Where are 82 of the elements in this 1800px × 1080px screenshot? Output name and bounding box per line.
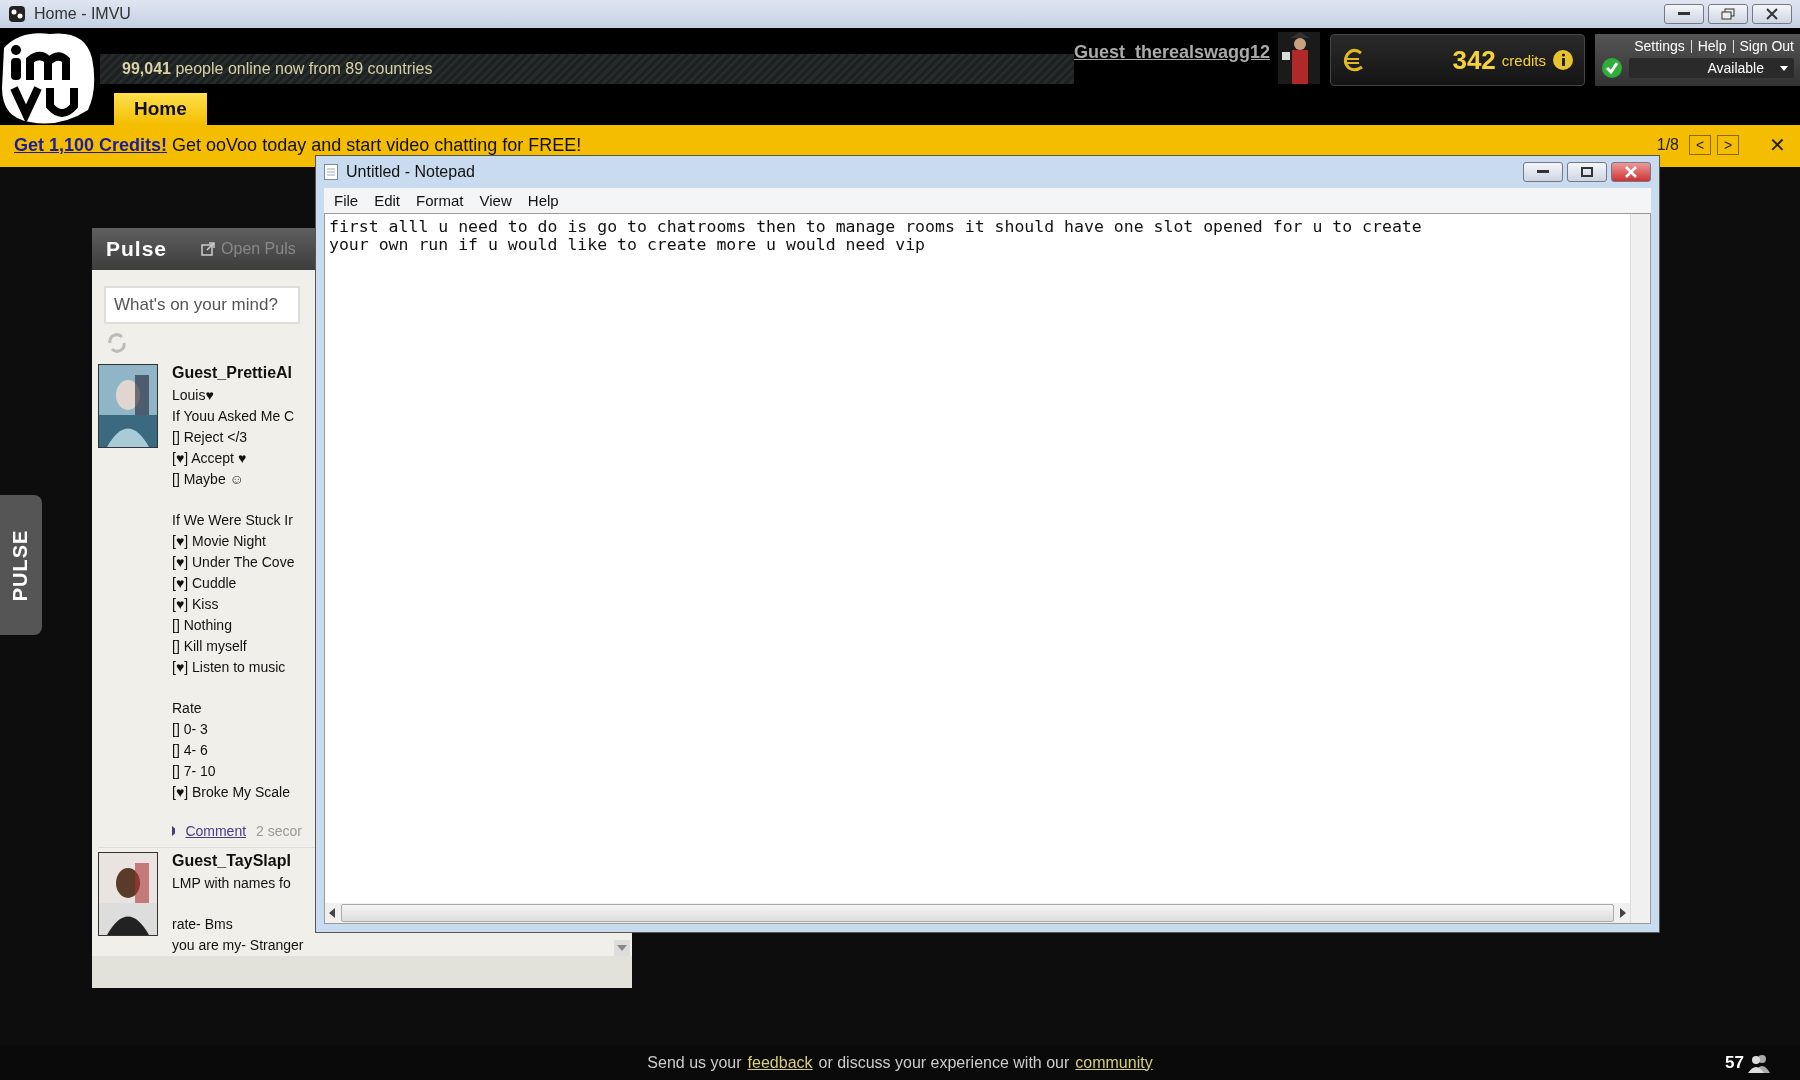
promo-text: Get ooVoo today and start video chatting for FREE! [172, 135, 582, 156]
restore-button[interactable] [1708, 4, 1748, 24]
post-line: [♥] Kiss [172, 595, 220, 614]
triangle-icon [172, 826, 176, 836]
close-icon [1766, 8, 1778, 20]
scroll-left-icon[interactable] [329, 908, 335, 918]
post-time: 2 secor [256, 823, 302, 839]
restore-icon [1721, 8, 1735, 20]
post-line: [♥] Accept ♥ [172, 449, 248, 468]
info-icon[interactable] [1552, 49, 1574, 71]
nav-tab[interactable]: Home [114, 93, 207, 125]
username-link[interactable]: Guest_therealswagg12 [1073, 42, 1270, 63]
post-line: [♥] Movie Night [172, 532, 267, 551]
menu-item[interactable]: Edit [366, 192, 409, 209]
post-line: If We Were Stuck Ir [172, 511, 294, 530]
notepad-icon [324, 164, 338, 180]
online-stats: 99,041 people online now from 89 countries [122, 60, 433, 78]
promo-link[interactable]: Get 1,100 Credits! [14, 135, 168, 156]
post-author[interactable]: Guest_TaySlapI [172, 852, 302, 870]
post-line: Louis♥ [172, 386, 215, 405]
check-icon [1601, 57, 1623, 79]
post-line: [♥] Cuddle [172, 574, 238, 593]
post-line: [] 7- 10 [172, 762, 217, 781]
status-dropdown[interactable]: Available [1629, 58, 1794, 78]
minimize-icon [1537, 170, 1549, 174]
close-button[interactable] [1611, 162, 1651, 182]
user-count: 57 [1725, 1052, 1770, 1073]
post-line: [♥] Listen to music [172, 658, 287, 677]
pulse-side-tab[interactable]: PULSE [0, 495, 42, 635]
menu-item[interactable]: Help [519, 192, 567, 209]
previous-button[interactable]: < [1689, 135, 1711, 155]
window-title: Untitled - Notepad [346, 163, 476, 181]
post-line: [] Reject </3 [172, 428, 249, 447]
footer-text: Send us your [647, 1053, 742, 1072]
post-line: [] Kill myself [172, 637, 248, 656]
comment-link[interactable]: Comment [185, 823, 247, 839]
menu-item[interactable]: Format [408, 192, 472, 209]
external-link-icon [201, 242, 216, 256]
scrollbar-corner [1630, 903, 1650, 923]
post-line: Rate [172, 699, 203, 718]
post-line: [♥] Under The Cove [172, 553, 296, 572]
minimize-button[interactable] [1664, 4, 1704, 24]
maximize-button[interactable] [1567, 162, 1607, 182]
status-input[interactable]: What's on your mind? [104, 286, 300, 324]
post-line: you are my- Stranger [172, 936, 302, 955]
account-link[interactable]: Sign Out [1739, 38, 1794, 54]
panel-title: Pulse [106, 237, 168, 261]
post-line: LMP with names fo [172, 874, 292, 893]
account-link[interactable]: Help [1697, 38, 1727, 54]
minimize-button[interactable] [1523, 162, 1563, 182]
app-icon [8, 5, 26, 23]
document-text[interactable]: first alll u need to do is go to chatrooms then to manage rooms it should have one slot opened for u to create [329, 218, 1626, 236]
footer-link[interactable]: feedback [747, 1053, 813, 1072]
post-line: rate- Bms [172, 915, 234, 934]
people-icon [1748, 1052, 1770, 1073]
account-link[interactable]: Settings [1634, 38, 1685, 54]
document-text[interactable]: your own run if u would like to create more u would need vip [329, 236, 1626, 254]
post-line: If Youu Asked Me C [172, 407, 296, 426]
scroll-down-icon[interactable] [614, 940, 630, 956]
close-button[interactable]: ✕ [1769, 133, 1786, 157]
minimize-icon [1678, 12, 1690, 16]
footer-text: or discuss your experience with our [818, 1053, 1070, 1072]
vertical-scrollbar[interactable] [1630, 214, 1650, 903]
post-line: [] 0- 3 [172, 720, 209, 739]
post-author[interactable]: Guest_PrettieAl [172, 364, 302, 382]
post-line: [] 4- 6 [172, 741, 209, 760]
post-line: [] Nothing [172, 616, 233, 635]
page-counter: 1/8 [1656, 136, 1679, 154]
close-button[interactable] [1752, 4, 1792, 24]
close-icon [1625, 166, 1637, 178]
scroll-right-icon[interactable] [1620, 908, 1626, 918]
maximize-icon [1581, 167, 1593, 177]
credits-count: 342 [1452, 44, 1496, 76]
caret-icon [1780, 65, 1788, 71]
window-title: Home - IMVU [34, 5, 132, 23]
menu-item[interactable]: View [471, 192, 520, 209]
credits-label: credits [1501, 51, 1546, 69]
menu-item[interactable]: File [326, 192, 367, 209]
post-line: [] Maybe ☺ [172, 470, 245, 489]
next-button[interactable]: > [1717, 135, 1739, 155]
footer-link[interactable]: community [1075, 1053, 1153, 1072]
post-line: [♥] Broke My Scale [172, 783, 291, 802]
